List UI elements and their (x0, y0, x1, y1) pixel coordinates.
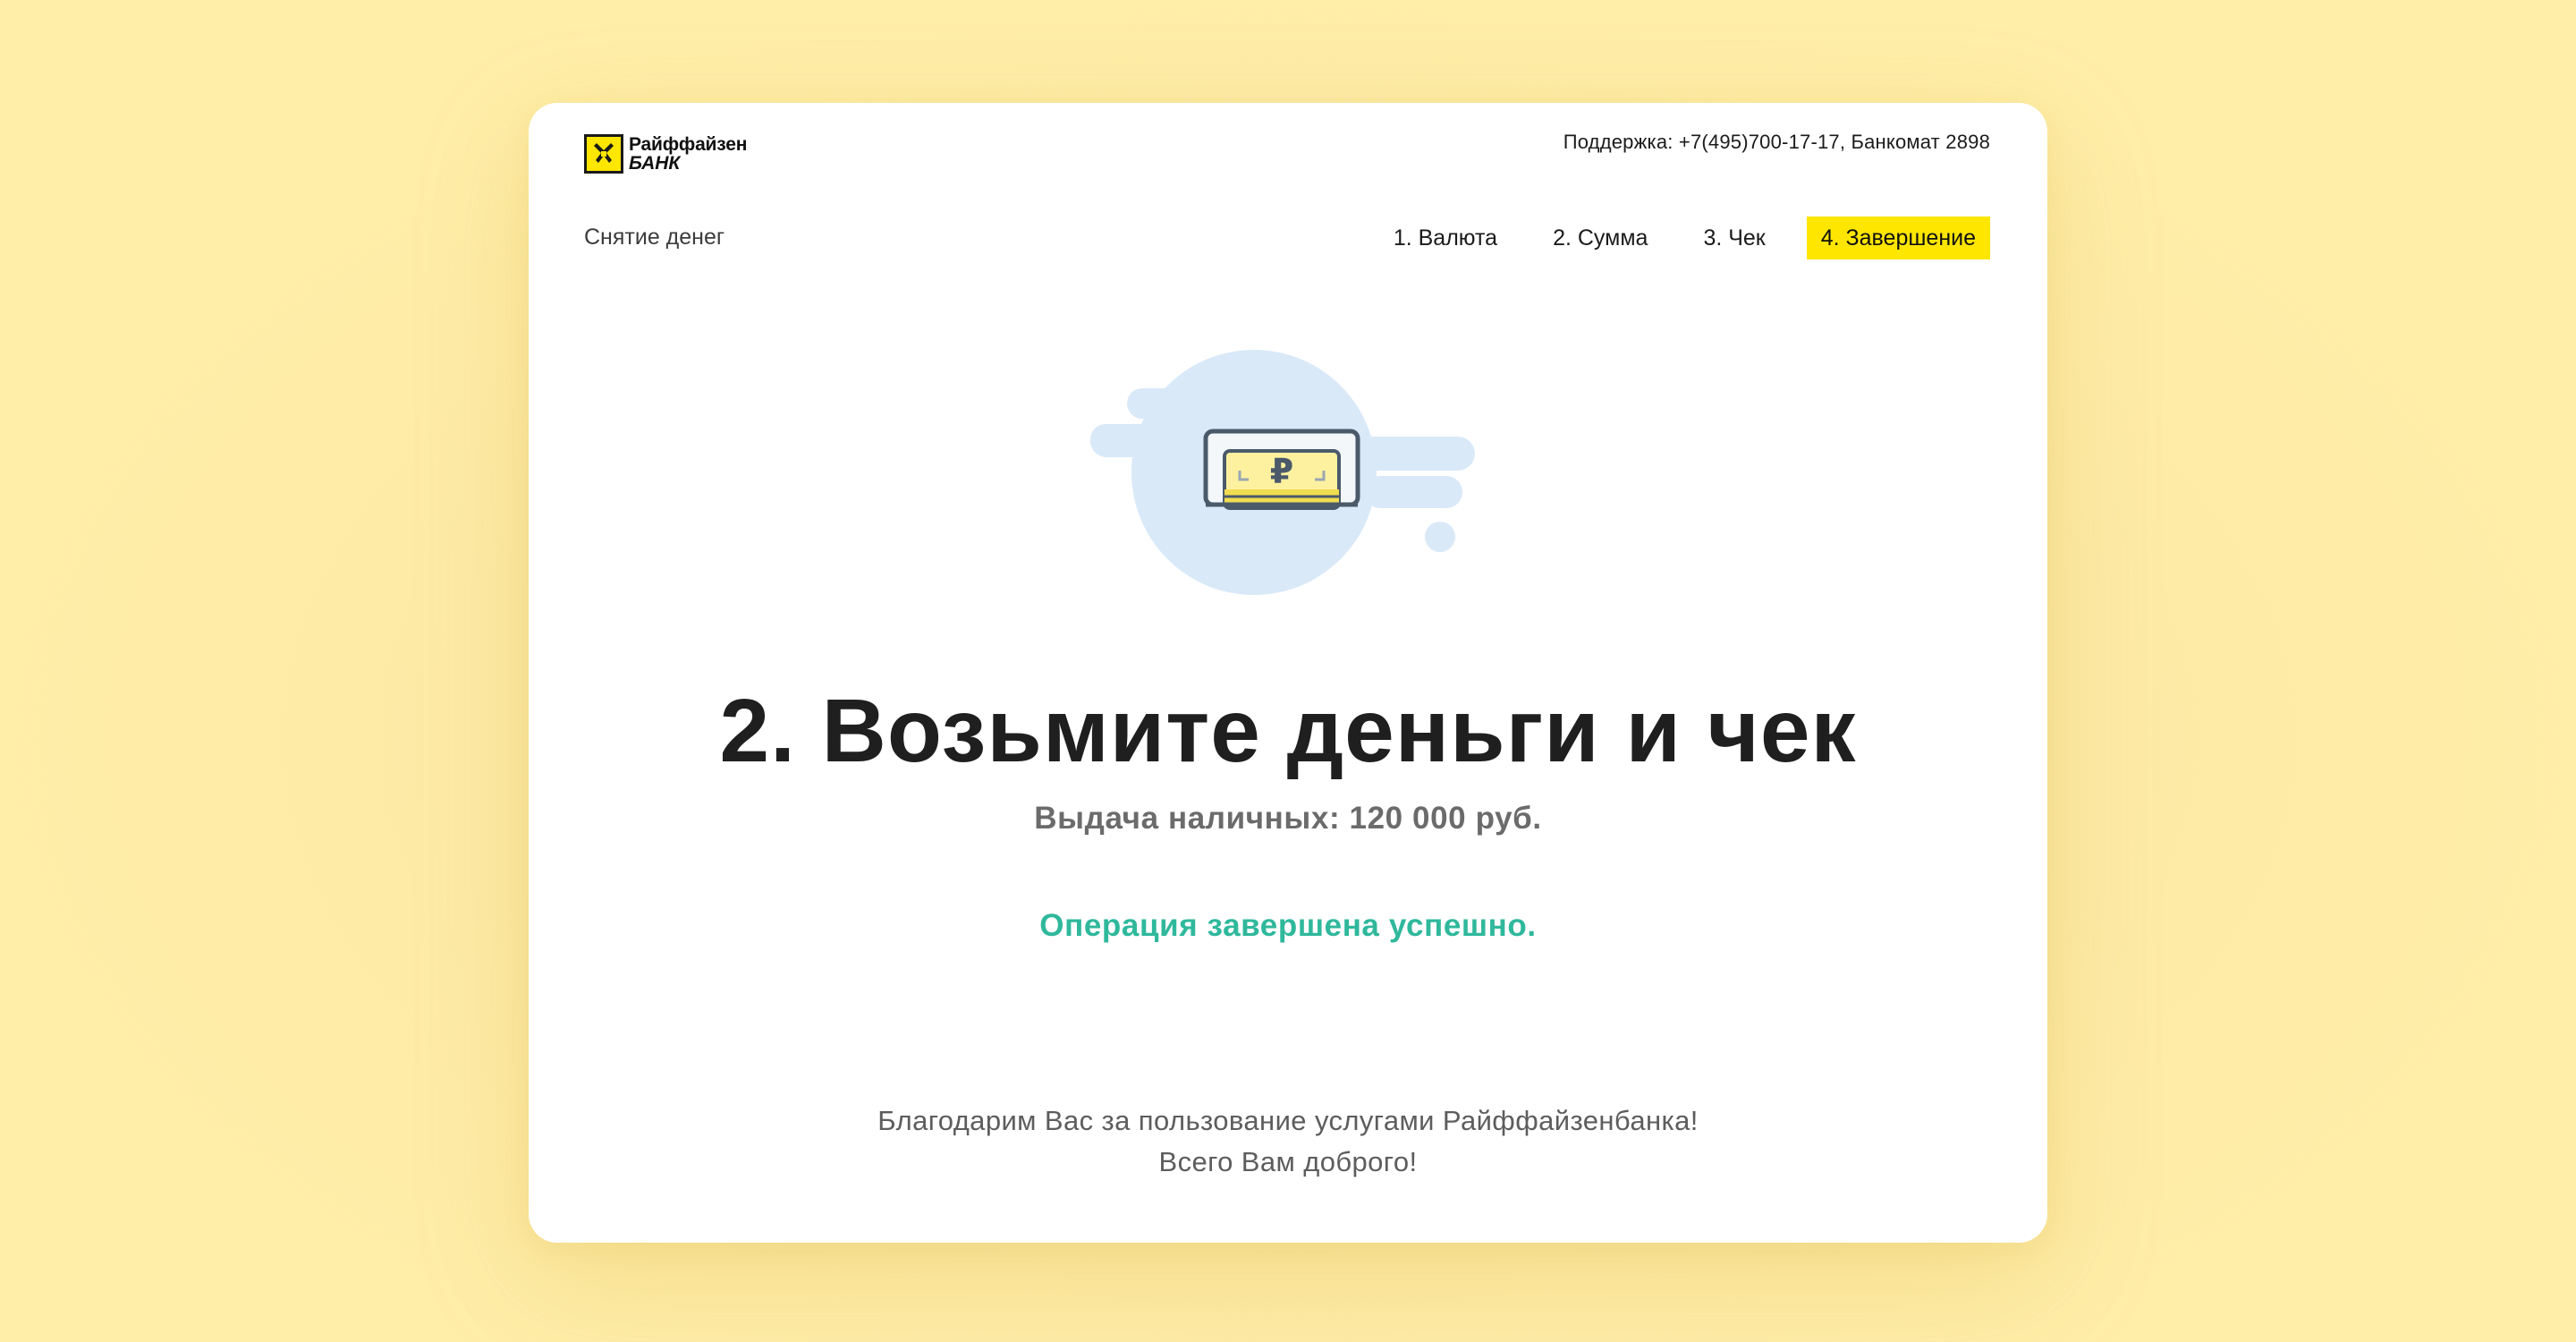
cash-dispenser-icon: ₽ (1090, 349, 1493, 617)
thank-you-line-2: Всего Вам доброго! (1158, 1146, 1418, 1177)
bank-logo: Райффайзен БАНК (584, 132, 747, 175)
ruble-symbol: ₽ (1270, 452, 1293, 491)
step-completion: 4. Завершение (1806, 217, 1990, 259)
support-info: Поддержка: +7(495)700-17-17, Банкомат 28… (1563, 131, 1990, 153)
logo-text: Райффайзен БАНК (629, 135, 747, 173)
logo-line-1: Райффайзен (629, 134, 748, 155)
step-indicator: 1. Валюта 2. Сумма 3. Чек 4. Завершение (1352, 217, 1990, 259)
cash-amount-text: Выдача наличных: 120 000 руб. (1034, 801, 1542, 836)
section-title: Снятие денег (584, 225, 724, 250)
operation-status: Операция завершена успешно. (1039, 908, 1537, 943)
logo-line-2: БАНК (629, 153, 681, 174)
atm-screen-card: Райффайзен БАНК Поддержка: +7(495)700-17… (529, 103, 2047, 1243)
step-receipt: 3. Чек (1703, 225, 1766, 251)
step-currency: 1. Валюта (1393, 225, 1498, 251)
thank-you-line-1: Благодарим Вас за пользование услугами Р… (877, 1105, 1699, 1136)
logo-mark-icon (584, 134, 623, 174)
step-amount: 2. Сумма (1553, 225, 1648, 251)
thank-you-message: Благодарим Вас за пользование услугами Р… (529, 1100, 2047, 1183)
page-background: Райффайзен БАНК Поддержка: +7(495)700-17… (0, 0, 2576, 1342)
page-headline: 2. Возьмите деньги и чек (719, 681, 1857, 781)
